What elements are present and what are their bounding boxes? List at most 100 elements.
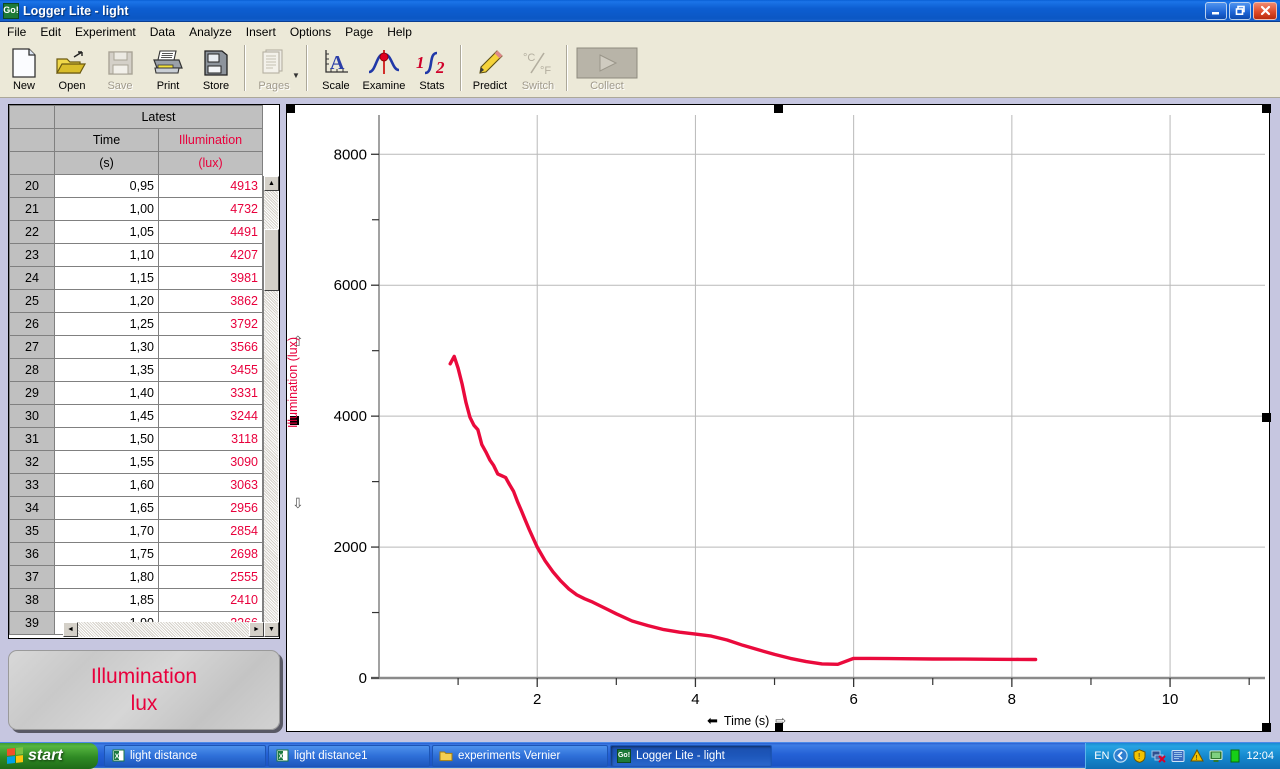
data-table-panel[interactable]: Latest Time Illumination (s) (lux) 20 0,9… [8, 104, 280, 639]
taskbar-item-light-distance1[interactable]: X light distance1 [268, 744, 430, 767]
table-row[interactable]: 27 1,30 3566 [9, 335, 263, 359]
x-axis-drag-handle[interactable] [775, 723, 783, 732]
switch-button[interactable]: °C °F Switch [514, 43, 562, 97]
time-cell[interactable]: 1,80 [54, 565, 159, 589]
table-horizontal-scrollbar[interactable]: ◄ ► [63, 622, 264, 637]
y-axis-label[interactable]: Illumination (lux) [286, 337, 300, 428]
table-row[interactable]: 35 1,70 2854 [9, 519, 263, 543]
table-row[interactable]: 34 1,65 2956 [9, 496, 263, 520]
illumination-cell[interactable]: 2698 [158, 542, 263, 566]
scroll-down-button[interactable]: ▼ [264, 622, 279, 637]
illumination-cell[interactable]: 3981 [158, 266, 263, 290]
time-cell[interactable]: 1,25 [54, 312, 159, 336]
illumination-cell[interactable]: 3244 [158, 404, 263, 428]
column-header-illumination[interactable]: Illumination [158, 128, 263, 152]
x-axis-scroll-left-icon[interactable]: ⬅ [707, 713, 718, 729]
illumination-cell[interactable]: 3118 [158, 427, 263, 451]
battery-icon[interactable] [1227, 748, 1242, 763]
time-cell[interactable]: 1,70 [54, 519, 159, 543]
menu-item-data[interactable]: Data [143, 23, 182, 41]
start-button[interactable]: start [0, 742, 98, 769]
row-number-cell[interactable]: 21 [9, 197, 55, 221]
row-number-cell[interactable]: 25 [9, 289, 55, 313]
illumination-cell[interactable]: 4732 [158, 197, 263, 221]
row-number-cell[interactable]: 33 [9, 473, 55, 497]
menu-item-experiment[interactable]: Experiment [68, 23, 143, 41]
table-row[interactable]: 31 1,50 3118 [9, 427, 263, 451]
table-row[interactable]: 20 0,95 4913 [9, 174, 263, 198]
table-row[interactable]: 28 1,35 3455 [9, 358, 263, 382]
illumination-cell[interactable]: 3792 [158, 312, 263, 336]
menu-item-analyze[interactable]: Analyze [182, 23, 239, 41]
time-cell[interactable]: 0,95 [54, 174, 159, 198]
open-button[interactable]: Open [48, 43, 96, 97]
table-row[interactable]: 29 1,40 3331 [9, 381, 263, 405]
time-cell[interactable]: 1,65 [54, 496, 159, 520]
selection-handle-top-center[interactable] [774, 104, 783, 113]
row-number-cell[interactable]: 27 [9, 335, 55, 359]
time-cell[interactable]: 1,15 [54, 266, 159, 290]
menu-item-insert[interactable]: Insert [239, 23, 283, 41]
print-button[interactable]: Print [144, 43, 192, 97]
taskbar-item-experiments-vernier[interactable]: experiments Vernier [432, 744, 608, 767]
warning-icon[interactable]: ! [1189, 748, 1204, 763]
illumination-cell[interactable]: 2555 [158, 565, 263, 589]
network-error-icon[interactable] [1151, 748, 1167, 763]
row-number-cell[interactable]: 39 [9, 611, 55, 635]
row-number-cell[interactable]: 20 [9, 174, 55, 198]
row-number-cell[interactable]: 36 [9, 542, 55, 566]
predict-button[interactable]: Predict [466, 43, 514, 97]
scroll-up-button[interactable]: ▲ [264, 176, 279, 191]
time-cell[interactable]: 1,05 [54, 220, 159, 244]
row-number-cell[interactable]: 24 [9, 266, 55, 290]
illumination-cell[interactable]: 3862 [158, 289, 263, 313]
taskbar-item-light-distance[interactable]: X light distance [104, 744, 266, 767]
collect-button[interactable]: Collect [572, 43, 642, 97]
row-number-cell[interactable]: 32 [9, 450, 55, 474]
table-row[interactable]: 24 1,15 3981 [9, 266, 263, 290]
scroll-left-button[interactable]: ◄ [63, 622, 78, 637]
illumination-cell[interactable]: 4491 [158, 220, 263, 244]
time-cell[interactable]: 1,45 [54, 404, 159, 428]
illumination-cell[interactable]: 3063 [158, 473, 263, 497]
chevron-down-icon[interactable]: ▼ [292, 59, 300, 80]
illumination-cell[interactable]: 3090 [158, 450, 263, 474]
monitor-icon[interactable] [1208, 748, 1223, 763]
menu-item-edit[interactable]: Edit [33, 23, 68, 41]
time-cell[interactable]: 1,35 [54, 358, 159, 382]
table-row[interactable]: 37 1,80 2555 [9, 565, 263, 589]
minimize-button[interactable] [1205, 1, 1227, 20]
row-number-cell[interactable]: 37 [9, 565, 55, 589]
row-number-cell[interactable]: 34 [9, 496, 55, 520]
clock[interactable]: 12:04 [1246, 750, 1274, 762]
table-row[interactable]: 21 1,00 4732 [9, 197, 263, 221]
window-title-bar[interactable]: Go! Logger Lite - light [0, 0, 1280, 22]
table-row[interactable]: 32 1,55 3090 [9, 450, 263, 474]
time-cell[interactable]: 1,20 [54, 289, 159, 313]
time-cell[interactable]: 1,85 [54, 588, 159, 612]
row-number-cell[interactable]: 28 [9, 358, 55, 382]
selection-handle-middle-right[interactable] [1262, 413, 1271, 422]
time-cell[interactable]: 1,30 [54, 335, 159, 359]
table-row[interactable]: 36 1,75 2698 [9, 542, 263, 566]
close-button[interactable] [1253, 1, 1277, 20]
row-number-cell[interactable]: 23 [9, 243, 55, 267]
menu-item-page[interactable]: Page [338, 23, 380, 41]
time-cell[interactable]: 1,40 [54, 381, 159, 405]
row-number-cell[interactable]: 35 [9, 519, 55, 543]
table-row[interactable]: 38 1,85 2410 [9, 588, 263, 612]
time-cell[interactable]: 1,50 [54, 427, 159, 451]
table-row[interactable]: 23 1,10 4207 [9, 243, 263, 267]
hide-chevron-icon[interactable] [1113, 748, 1129, 763]
row-number-cell[interactable]: 29 [9, 381, 55, 405]
row-number-cell[interactable]: 38 [9, 588, 55, 612]
table-row[interactable]: 22 1,05 4491 [9, 220, 263, 244]
illumination-cell[interactable]: 3331 [158, 381, 263, 405]
language-indicator[interactable]: EN [1094, 750, 1109, 762]
menu-item-file[interactable]: File [0, 23, 33, 41]
row-number-cell[interactable]: 30 [9, 404, 55, 428]
row-number-cell[interactable]: 26 [9, 312, 55, 336]
display-icon[interactable] [1170, 748, 1185, 763]
vertical-scroll-thumb[interactable] [264, 229, 279, 291]
x-axis-label[interactable]: Time (s) [724, 714, 769, 728]
